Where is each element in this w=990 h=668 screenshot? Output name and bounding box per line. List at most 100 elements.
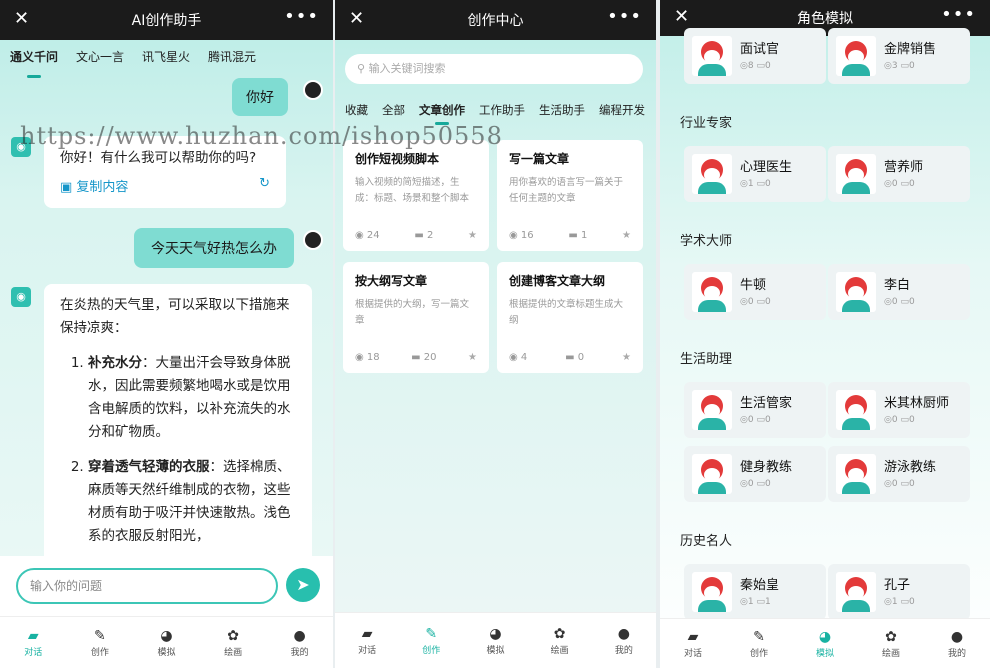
input-bar: 输入你的问题 ➤ [0,556,333,616]
comment-count: 0 [908,597,915,607]
role-name: 金牌销售 [884,42,937,57]
chat-title: AI创作助手 [131,13,202,29]
role-avatar [836,272,876,312]
role-card[interactable]: 生活管家 ◎0 ▭0 [684,382,826,438]
section-title: 生活助理 [680,352,733,367]
role-card[interactable]: 面试官 ◎8 ▭0 [684,28,826,84]
comment-icon: ▭ [756,61,765,71]
prompt-card[interactable]: 创作短视频脚本 输入视频的简短描述，生成：标题、场景和整个脚本 ◉ 24 ▬ 2 ★ [343,140,489,251]
eye-icon: ◎ [740,415,748,425]
more-icon[interactable]: ••• [607,6,642,27]
user-icon: ● [293,628,306,644]
role-card[interactable]: 心理医生 ◎1 ▭0 [684,146,826,202]
nav-chat[interactable]: ▰ 对话 [684,628,702,659]
comment-icon: ▭ [900,61,909,71]
answer-intro: 在炎热的天气里，可以采取以下措施来保持凉爽： [60,297,290,336]
prompt-card[interactable]: 按大纲写文章 根据提供的大纲，写一篇文章 ◉ 18 ▬ 20 ★ [343,262,489,373]
eye-icon: ◎ [740,297,748,307]
nav-simulate[interactable]: ◕ 模拟 [816,628,834,659]
nav-draw[interactable]: ✿ 绘画 [224,627,242,658]
tab-wenxin[interactable]: 文心一言 [76,48,124,74]
card-title: 创建博客文章大纲 [509,274,606,288]
close-icon[interactable]: ✕ [674,6,689,27]
role-avatar [836,454,876,494]
star-icon[interactable]: ★ [468,352,477,363]
nav-create[interactable]: ✎ 创作 [750,628,768,659]
comment-count: 0 [764,297,771,307]
answer-item-head: 补充水分 [88,355,142,371]
role-avatar [692,272,732,312]
search-input[interactable]: ⚲ 输入关键词搜索 [345,54,643,84]
prompt-card[interactable]: 创建博客文章大纲 根据提供的文章标题生成大纲 ◉ 4 ▬ 0 ★ [497,262,643,373]
nav-mine[interactable]: ● 我的 [291,627,309,658]
comment-icon: ▭ [756,297,765,307]
more-icon[interactable]: ••• [941,4,976,25]
nav-draw[interactable]: ✿ 绘画 [551,625,569,656]
tab-work[interactable]: 工作助手 [479,102,525,118]
tab-coding[interactable]: 编程开发 [599,102,645,118]
nav-simulate[interactable]: ◕ 模拟 [486,625,504,656]
role-name: 心理医生 [740,160,793,175]
comment-count: 1 [764,597,771,607]
view-count: 18 [366,352,380,363]
copy-label: 复制内容 [76,180,129,195]
view-count: 24 [366,230,380,241]
tab-tencent[interactable]: 腾讯混元 [208,48,256,74]
role-card[interactable]: 金牌销售 ◎3 ▭0 [828,28,970,84]
role-name: 李白 [884,278,911,293]
role-name: 秦始皇 [740,578,780,593]
nav-simulate[interactable]: ◕ 模拟 [157,627,175,658]
tab-article[interactable]: 文章创作 [419,102,465,125]
role-card[interactable]: 米其林厨师 ◎0 ▭0 [828,382,970,438]
comment-icon: ▭ [900,179,909,189]
tab-tongyi[interactable]: 通义千问 [10,48,58,78]
copy-row: ▣ 复制内容 ↻ [60,176,270,195]
nav-mine[interactable]: ● 我的 [948,628,966,659]
nav-draw[interactable]: ✿ 绘画 [882,628,900,659]
nav-create[interactable]: ✎ 创作 [422,625,440,656]
nav-chat[interactable]: ▰ 对话 [358,625,376,656]
role-name: 营养师 [884,160,924,175]
tab-all[interactable]: 全部 [382,102,405,118]
comment-icon: ▭ [900,479,909,489]
role-card[interactable]: 牛顿 ◎0 ▭0 [684,264,826,320]
role-card[interactable]: 秦始皇 ◎1 ▭1 [684,564,826,620]
refresh-icon[interactable]: ↻ [259,176,270,195]
star-icon[interactable]: ★ [622,352,631,363]
nav-label: 对话 [24,648,43,658]
more-icon[interactable]: ••• [284,6,319,27]
view-count: 0 [747,297,754,307]
chat-screen: ✕ AI创作助手 ••• 通义千问 文心一言 讯飞星火 腾讯混元 你好 ◉ 你好… [0,0,333,668]
role-card[interactable]: 李白 ◎0 ▭0 [828,264,970,320]
close-icon[interactable]: ✕ [14,8,29,29]
comment-count: 0 [764,415,771,425]
nav-chat[interactable]: ▰ 对话 [24,627,42,658]
role-card[interactable]: 孔子 ◎1 ▭0 [828,564,970,620]
close-icon[interactable]: ✕ [349,8,364,29]
chat-icon: ▰ [27,628,39,644]
tab-xunfei[interactable]: 讯飞星火 [142,48,190,74]
role-stats: ◎1 ▭1 [740,597,771,607]
copy-button[interactable]: ▣ 复制内容 [60,176,128,195]
nav-mine[interactable]: ● 我的 [615,625,633,656]
view-count: 1 [891,597,898,607]
card-title: 写一篇文章 [509,152,570,166]
prompt-card[interactable]: 写一篇文章 用你喜欢的语言写一篇关于任何主题的文章 ◉ 16 ▬ 1 ★ [497,140,643,251]
star-icon[interactable]: ★ [468,230,477,241]
role-card[interactable]: 营养师 ◎0 ▭0 [828,146,970,202]
role-card[interactable]: 游泳教练 ◎0 ▭0 [828,446,970,502]
role-card[interactable]: 健身教练 ◎0 ▭0 [684,446,826,502]
nav-label: 模拟 [486,646,505,656]
tab-life[interactable]: 生活助手 [539,102,585,118]
tab-favorites[interactable]: 收藏 [345,102,368,118]
role-name: 游泳教练 [884,460,937,475]
card-desc: 根据提供的文章标题生成大纲 [509,299,624,326]
role-stats: ◎0 ▭0 [884,179,915,189]
card-desc: 输入视频的简短描述，生成：标题、场景和整个脚本 [355,177,470,204]
create-topbar: ✕ 创作中心 ••• [335,0,656,40]
send-button[interactable]: ➤ [286,568,320,602]
eye-icon: ◉ [509,230,518,241]
star-icon[interactable]: ★ [622,230,631,241]
question-input[interactable]: 输入你的问题 [16,568,278,604]
nav-create[interactable]: ✎ 创作 [91,627,109,658]
